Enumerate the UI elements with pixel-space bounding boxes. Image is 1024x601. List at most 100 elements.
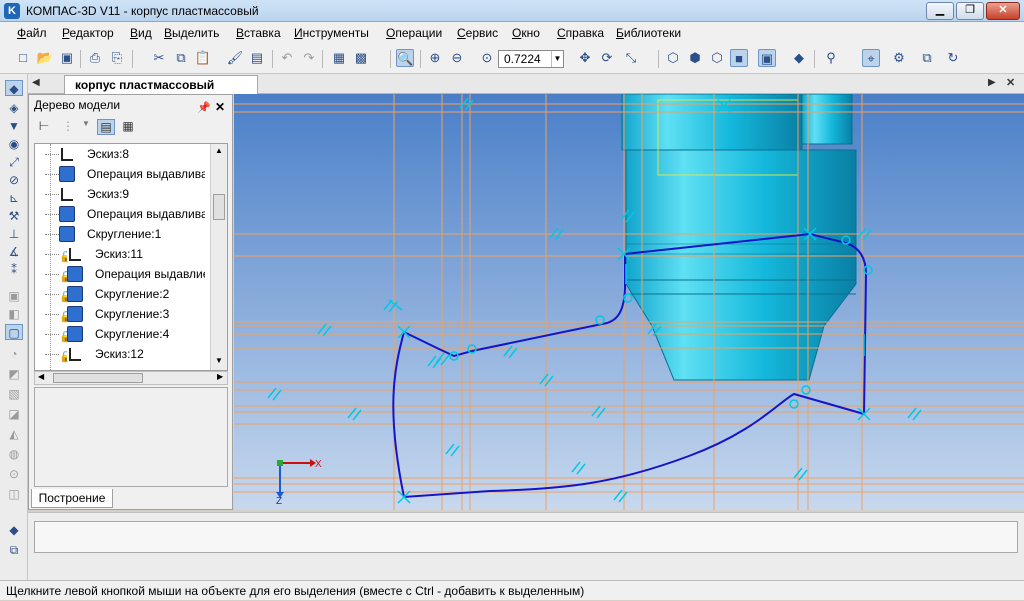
new-document-icon[interactable]: □ — [14, 49, 32, 67]
print-preview-icon[interactable]: ⎙ — [86, 49, 104, 67]
scrollbar-thumb[interactable] — [213, 194, 225, 220]
thin-hidden-lines-icon[interactable]: ⬡ — [708, 49, 726, 67]
tree-detail-icon[interactable]: ▦ — [119, 119, 137, 135]
close-icon[interactable]: ✕ — [215, 97, 225, 117]
spatial-curves-icon[interactable]: ◈ — [5, 100, 23, 116]
rib-icon[interactable]: ▧ — [5, 386, 23, 402]
hole-icon[interactable]: ◍ — [5, 446, 23, 462]
hidden-lines-icon[interactable]: ⬢ — [686, 49, 704, 67]
zoom-scale-input[interactable]: 0.7224 ▼ — [498, 50, 564, 68]
zoom-fit-icon[interactable]: ⊙ — [478, 49, 496, 67]
menu-help[interactable]: Справка — [557, 26, 604, 40]
print-icon[interactable]: ⎘ — [108, 49, 126, 67]
tab-left-arrow-icon[interactable]: ◀ — [32, 77, 40, 88]
tree-filter-icon[interactable]: ⋮ — [59, 119, 77, 135]
shell-icon[interactable]: ◪ — [5, 406, 23, 422]
pan-icon[interactable]: ✥ — [576, 49, 594, 67]
tree-view-icon[interactable]: ▤ — [97, 119, 115, 135]
parametrization-icon[interactable]: ⊥ — [5, 226, 23, 242]
scroll-right-icon[interactable]: ▶ — [217, 372, 223, 381]
tree-item[interactable]: Операция выдавлива — [35, 204, 205, 224]
copy-properties-icon[interactable]: ⧉ — [918, 49, 936, 67]
scroll-down-icon[interactable]: ▼ — [215, 356, 223, 365]
minimize-button[interactable]: ▁ — [926, 2, 954, 20]
tab-close-icon[interactable]: ✕ — [1006, 76, 1015, 89]
menu-libraries[interactable]: Библиотеки — [616, 26, 681, 40]
cut-icon[interactable]: ✂ — [150, 49, 168, 67]
shaded-edges-icon[interactable]: ▣ — [758, 49, 776, 67]
mirror-icon[interactable]: ◫ — [5, 486, 23, 502]
menu-file[interactable]: Файл — [17, 26, 47, 40]
zoom-out-icon[interactable]: ⊖ — [448, 49, 466, 67]
zoom-window-icon[interactable]: 🔍 — [396, 49, 414, 67]
redo-icon[interactable]: ↷ — [300, 49, 318, 67]
editing-icon[interactable]: ⚒ — [5, 208, 23, 224]
tab-construction[interactable]: Построение — [31, 489, 113, 508]
restore-button[interactable]: ❐ — [956, 2, 984, 20]
wireframe-icon[interactable]: ⬡ — [664, 49, 682, 67]
properties-icon[interactable]: ◆ — [5, 522, 23, 538]
auxiliary-geometry-icon[interactable]: ⊾ — [5, 190, 23, 206]
menu-select[interactable]: Выделить — [164, 26, 219, 40]
measure-icon[interactable]: ∡ — [5, 244, 23, 260]
slope-icon[interactable]: ◭ — [5, 426, 23, 442]
tree-item[interactable]: Эскиз:8 — [35, 144, 205, 164]
refresh-icon[interactable]: ↻ — [944, 49, 962, 67]
perspective-icon[interactable]: ◆ — [790, 49, 808, 67]
zoom-in-icon[interactable]: ⊕ — [426, 49, 444, 67]
menu-view[interactable]: Вид — [130, 26, 152, 40]
chevron-down-icon[interactable]: ▼ — [77, 119, 95, 135]
tree-item[interactable]: Эскиз:9 — [35, 184, 205, 204]
array-icon[interactable]: ⊙ — [5, 466, 23, 482]
format-brush-icon[interactable]: 🖌 — [226, 49, 244, 67]
extrude-icon[interactable]: ▣ — [5, 288, 23, 304]
tree-item[interactable]: 🔒 Эскиз:12 — [35, 344, 205, 364]
chamfer-icon[interactable]: ◩ — [5, 366, 23, 382]
cut-extrude-icon[interactable]: ◧ — [5, 306, 23, 322]
tree-item[interactable]: Операция выдавлива — [35, 164, 205, 184]
undo-icon[interactable]: ↶ — [278, 49, 296, 67]
close-button[interactable]: ✕ — [986, 2, 1020, 20]
copy-icon[interactable]: ⧉ — [172, 49, 190, 67]
vertical-scrollbar[interactable]: ▲ ▼ — [210, 144, 227, 370]
menu-service[interactable]: Сервис — [457, 26, 498, 40]
save-icon[interactable]: ▣ — [58, 49, 76, 67]
geometry-icon[interactable]: ⊘ — [5, 172, 23, 188]
layers-icon[interactable]: ▩ — [352, 49, 370, 67]
paste-icon[interactable]: 📋 — [194, 49, 212, 67]
menu-editor[interactable]: Редактор — [62, 26, 114, 40]
chevron-down-icon[interactable]: ▼ — [551, 51, 563, 67]
tree-item[interactable]: 🔒 Эскиз:11 — [35, 244, 205, 264]
filter-icon[interactable]: ▼ — [5, 118, 23, 134]
tab-right-arrow-icon[interactable]: ▶ — [988, 77, 996, 88]
tree-item[interactable]: 🔒 Скругление:2 — [35, 284, 205, 304]
scroll-left-icon[interactable]: ◀ — [38, 372, 44, 381]
3d-viewport[interactable]: X Z — [234, 94, 1024, 510]
tree-structure-icon[interactable]: ⊢ — [35, 119, 53, 135]
menu-operations[interactable]: Операции — [386, 26, 442, 40]
viewport-canvas[interactable]: X Z — [234, 94, 1024, 510]
sketch-icon[interactable]: ▢ — [5, 324, 23, 340]
manager-icon[interactable]: ▦ — [330, 49, 348, 67]
tree-item[interactable]: 🔒 Скругление:4 — [35, 324, 205, 344]
properties-icon[interactable]: ▤ — [248, 49, 266, 67]
orientation-icon[interactable]: ⤡ — [622, 49, 640, 67]
surfaces-icon[interactable]: ◉ — [5, 136, 23, 152]
shaded-icon[interactable]: ■ — [730, 49, 748, 67]
menu-tools[interactable]: Инструменты — [294, 26, 369, 40]
menu-insert[interactable]: Вставка — [236, 26, 281, 40]
horizontal-scrollbar[interactable]: ◀ ▶ — [34, 371, 228, 385]
tree-item[interactable]: 🔒 Операция выдавлие — [35, 264, 205, 284]
tree-item[interactable]: 🔒 Скругление:3 — [35, 304, 205, 324]
rotate-icon[interactable]: ⟳ — [598, 49, 616, 67]
tab-document[interactable]: корпус пластмассовый — [64, 75, 258, 94]
scroll-up-icon[interactable]: ▲ — [215, 146, 223, 155]
snap-icon[interactable]: ⌖ — [862, 49, 880, 67]
fillet-icon[interactable]: ◔ — [5, 346, 23, 362]
menu-window[interactable]: Окно — [512, 26, 540, 40]
edit-part-icon[interactable]: ◆ — [5, 80, 23, 96]
dimensions-icon[interactable]: ⤢ — [5, 154, 23, 170]
scrollbar-thumb[interactable] — [53, 373, 143, 383]
open-folder-icon[interactable]: 📂 — [36, 49, 54, 67]
filter-icon[interactable]: ⚲ — [822, 49, 840, 67]
